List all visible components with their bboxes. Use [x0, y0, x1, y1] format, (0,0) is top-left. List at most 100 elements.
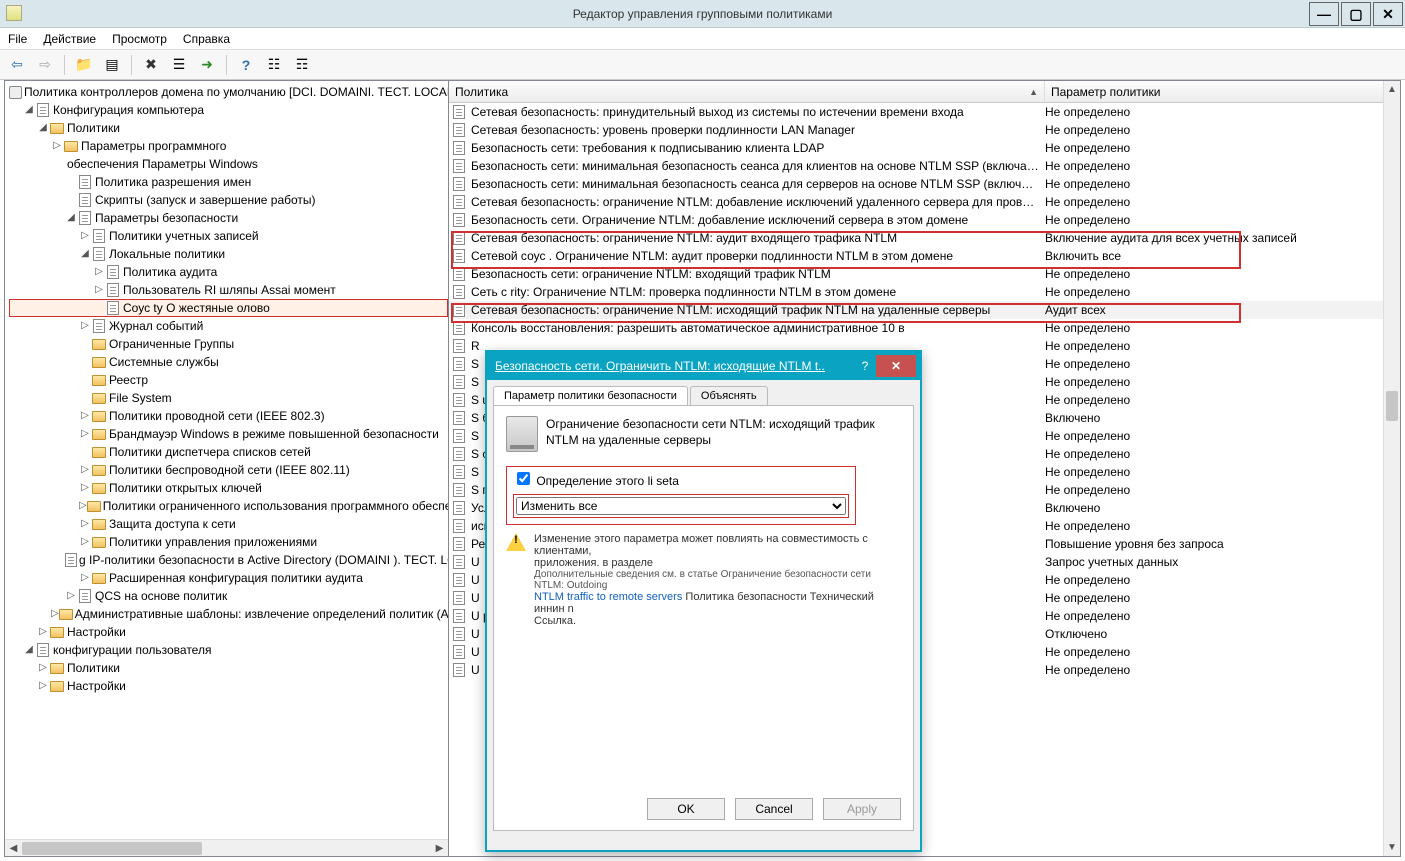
- forward-button[interactable]: ⇨: [34, 54, 56, 76]
- tree-node[interactable]: ▷Политика аудита: [9, 263, 448, 281]
- tab-explain[interactable]: Объяснять: [690, 386, 768, 405]
- policy-name: Сетевая безопасность: принудительный вых…: [471, 105, 1045, 119]
- tree-node[interactable]: g IP-политики безопасности в Active Dire…: [9, 551, 448, 569]
- folder-icon: [50, 627, 64, 638]
- tree-root[interactable]: Политика контроллеров домена по умолчани…: [9, 83, 448, 101]
- filter-button-1[interactable]: ☷: [263, 54, 285, 76]
- column-policy[interactable]: Политика▲: [449, 81, 1045, 102]
- scroll-left-icon[interactable]: ◀: [5, 840, 22, 856]
- tree-node[interactable]: ▷Параметры программного: [9, 137, 448, 155]
- tree-node[interactable]: ◢Конфигурация компьютера: [9, 101, 448, 119]
- tree-node[interactable]: ▷QCS на основе политик: [9, 587, 448, 605]
- tree-node[interactable]: ◢конфигурации пользователя: [9, 641, 448, 659]
- policy-row[interactable]: Сетевая безопасность: принудительный вых…: [449, 103, 1400, 121]
- tree-node[interactable]: ▷Брандмауэр Windows в режиме повышенной …: [9, 425, 448, 443]
- ok-button[interactable]: OK: [647, 798, 725, 820]
- menu-help[interactable]: Справка: [183, 32, 230, 46]
- tree-node[interactable]: File System: [9, 389, 448, 407]
- delete-button[interactable]: ✖: [140, 54, 162, 76]
- tree-node[interactable]: ▷Политики открытых ключей: [9, 479, 448, 497]
- apply-button[interactable]: Apply: [823, 798, 901, 820]
- policy-item-icon: [451, 212, 467, 228]
- tree-node[interactable]: ▷Политики: [9, 659, 448, 677]
- maximize-button[interactable]: ▢: [1341, 2, 1371, 26]
- policy-row[interactable]: Сетевая безопасность: ограничение NTLM: …: [449, 229, 1400, 247]
- scroll-right-icon[interactable]: ▶: [431, 840, 448, 856]
- tree-node[interactable]: ▷Политики управления приложениями: [9, 533, 448, 551]
- select-highlight: Изменить все: [506, 490, 856, 525]
- policy-row[interactable]: Безопасность сети. Ограничение NTLM: доб…: [449, 211, 1400, 229]
- menu-action[interactable]: Действие: [43, 32, 96, 46]
- column-param[interactable]: Параметр политики: [1045, 81, 1400, 102]
- policy-icon: [93, 319, 105, 333]
- dialog-help-icon[interactable]: ?: [854, 355, 876, 377]
- policy-row[interactable]: Сетевая безопасность: ограничение NTLM: …: [449, 301, 1400, 319]
- filter-button-2[interactable]: ☶: [291, 54, 313, 76]
- tree-node[interactable]: ◢Локальные политики: [9, 245, 448, 263]
- policy-row[interactable]: Безопасность сети: минимальная безопасно…: [449, 157, 1400, 175]
- list-vscrollbar[interactable]: ▲ ▼: [1383, 81, 1400, 856]
- policy-row[interactable]: Безопасность сети: ограничение NTLM: вхо…: [449, 265, 1400, 283]
- tree-node[interactable]: ▷Административные шаблоны: извлечение оп…: [9, 605, 448, 623]
- tree-hscrollbar[interactable]: ◀ ▶: [5, 839, 448, 856]
- scroll-down-icon[interactable]: ▼: [1384, 839, 1400, 856]
- tree-node[interactable]: ▷Политики проводной сети (IEEE 802.3): [9, 407, 448, 425]
- folder-icon: [92, 447, 106, 458]
- export-button[interactable]: ➜: [196, 54, 218, 76]
- tree-node[interactable]: ▷Настройки: [9, 623, 448, 641]
- tree-node[interactable]: Ограниченные Группы: [9, 335, 448, 353]
- folder-icon: [92, 411, 106, 422]
- link-ntlm-traffic[interactable]: NTLM traffic to remote servers: [534, 591, 682, 603]
- policy-row[interactable]: Сеть с rity: Ограничение NTLM: проверка …: [449, 283, 1400, 301]
- tree-node[interactable]: ▷Пользователь RI шляпы Assai момент: [9, 281, 448, 299]
- tree-pane[interactable]: Политика контроллеров домена по умолчани…: [5, 81, 449, 856]
- scroll-thumb[interactable]: [22, 842, 202, 855]
- tree-node[interactable]: ▷Политики ограниченного использования пр…: [9, 497, 448, 515]
- policy-row[interactable]: Сетевая безопасность: ограничение NTLM: …: [449, 193, 1400, 211]
- policy-value-select[interactable]: Изменить все: [516, 497, 846, 515]
- tree-node[interactable]: Политики диспетчера списков сетей: [9, 443, 448, 461]
- policy-row[interactable]: Сетевой соус . Ограничение NTLM: аудит п…: [449, 247, 1400, 265]
- tree-node[interactable]: ▷Расширенная конфигурация политики аудит…: [9, 569, 448, 587]
- cancel-button[interactable]: Cancel: [735, 798, 813, 820]
- tree-node[interactable]: ▷Настройки: [9, 677, 448, 695]
- minimize-button[interactable]: —: [1309, 2, 1339, 26]
- tree-node[interactable]: обеспечения Параметры Windows: [9, 155, 448, 173]
- policy-row[interactable]: Безопасность сети: требования к подписыв…: [449, 139, 1400, 157]
- define-policy-checkbox[interactable]: Определение этого li seta: [513, 474, 679, 488]
- close-button[interactable]: ✕: [1373, 2, 1403, 26]
- tree-node[interactable]: Системные службы: [9, 353, 448, 371]
- tab-security-setting[interactable]: Параметр политики безопасности: [493, 386, 688, 405]
- tree-node[interactable]: ▷Политики учетных записей: [9, 227, 448, 245]
- up-button[interactable]: 📁: [73, 54, 95, 76]
- policy-row[interactable]: Консоль восстановления: разрешить автома…: [449, 319, 1400, 337]
- dialog-titlebar[interactable]: Безопасность сети. Ограничить NTLM: исхо…: [487, 352, 920, 380]
- menu-file[interactable]: File: [8, 32, 27, 46]
- scroll-thumb[interactable]: [1386, 391, 1398, 421]
- tree-node[interactable]: Реестр: [9, 371, 448, 389]
- help-button[interactable]: ?: [235, 54, 257, 76]
- policy-icon: [65, 553, 77, 567]
- tree-node[interactable]: Политика разрешения имен: [9, 173, 448, 191]
- policy-row[interactable]: Безопасность сети: минимальная безопасно…: [449, 175, 1400, 193]
- properties-button[interactable]: ☰: [168, 54, 190, 76]
- scroll-up-icon[interactable]: ▲: [1384, 81, 1400, 98]
- define-policy-input[interactable]: [517, 472, 530, 485]
- tree-node[interactable]: Скрипты (запуск и завершение работы): [9, 191, 448, 209]
- tree-node-selected[interactable]: Соус ty О жестяные олово: [9, 299, 448, 317]
- policy-name: Сетевая безопасность: ограничение NTLM: …: [471, 231, 1045, 245]
- policy-tree: Политика контроллеров домена по умолчани…: [5, 81, 448, 697]
- menu-view[interactable]: Просмотр: [112, 32, 167, 46]
- policy-item-icon: [451, 176, 467, 192]
- view-button[interactable]: ▤: [101, 54, 123, 76]
- tree-node[interactable]: ▷Защита доступа к сети: [9, 515, 448, 533]
- policy-value: Не определено: [1045, 573, 1400, 587]
- tree-node[interactable]: ▷Журнал событий: [9, 317, 448, 335]
- dialog-close-button[interactable]: ✕: [876, 355, 916, 377]
- tree-node[interactable]: ▷Политики беспроводной сети (IEEE 802.11…: [9, 461, 448, 479]
- back-button[interactable]: ⇦: [6, 54, 28, 76]
- tree-node[interactable]: ◢Параметры безопасности: [9, 209, 448, 227]
- policy-item-icon: [451, 374, 467, 390]
- policy-row[interactable]: Сетевая безопасность: уровень проверки п…: [449, 121, 1400, 139]
- tree-node[interactable]: ◢Политики: [9, 119, 448, 137]
